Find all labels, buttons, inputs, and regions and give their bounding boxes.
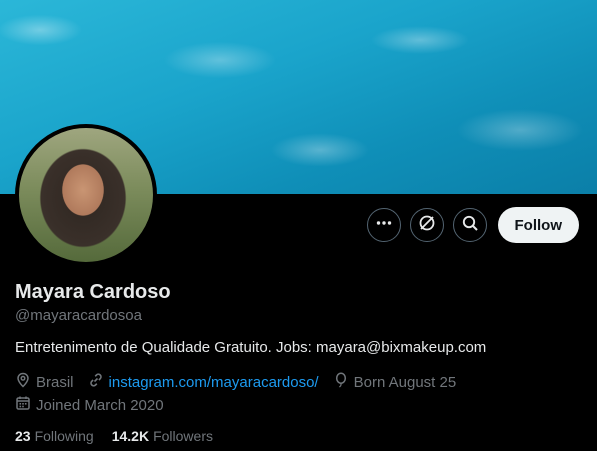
link-icon xyxy=(88,372,109,392)
avatar[interactable] xyxy=(15,124,157,266)
more-icon xyxy=(375,214,393,237)
birthday: Born August 25 xyxy=(333,372,457,392)
grok-button[interactable] xyxy=(409,208,444,242)
profile-meta-row-1: Brasil instagram.com/mayaracardoso/ Born… xyxy=(15,372,470,392)
balloon-icon xyxy=(333,372,354,392)
profile-name: Mayara Cardoso xyxy=(15,281,171,303)
followers-count: 14.2K xyxy=(111,428,150,444)
location: Brasil xyxy=(15,372,74,392)
joined: Joined March 2020 xyxy=(15,395,164,415)
location-icon xyxy=(15,372,36,392)
profile-bio: Entretenimento de Qualidade Gratuito. Jo… xyxy=(15,339,487,356)
follow-stats: 23 Following 14.2K Followers xyxy=(15,428,231,444)
followers-link[interactable]: 14.2K Followers xyxy=(112,428,213,444)
birthday-text: Born August 25 xyxy=(353,373,457,391)
profile-actions: Follow xyxy=(366,207,579,243)
location-text: Brasil xyxy=(36,373,74,391)
website[interactable]: instagram.com/mayaracardoso/ xyxy=(88,372,319,392)
search-icon xyxy=(461,214,479,237)
search-button[interactable] xyxy=(452,208,487,242)
more-button[interactable] xyxy=(366,208,401,242)
profile-meta-row-2: Joined March 2020 xyxy=(15,395,178,415)
calendar-icon xyxy=(15,395,36,415)
following-label: Following xyxy=(34,428,94,444)
following-count: 23 xyxy=(15,428,31,444)
grok-icon xyxy=(418,214,436,237)
follow-button[interactable]: Follow xyxy=(497,207,579,243)
profile-handle: @mayaracardosoa xyxy=(15,307,142,324)
joined-text: Joined March 2020 xyxy=(36,396,164,414)
followers-label: Followers xyxy=(153,428,213,444)
website-link[interactable]: instagram.com/mayaracardoso/ xyxy=(109,374,319,391)
following-link[interactable]: 23 Following xyxy=(15,428,94,444)
